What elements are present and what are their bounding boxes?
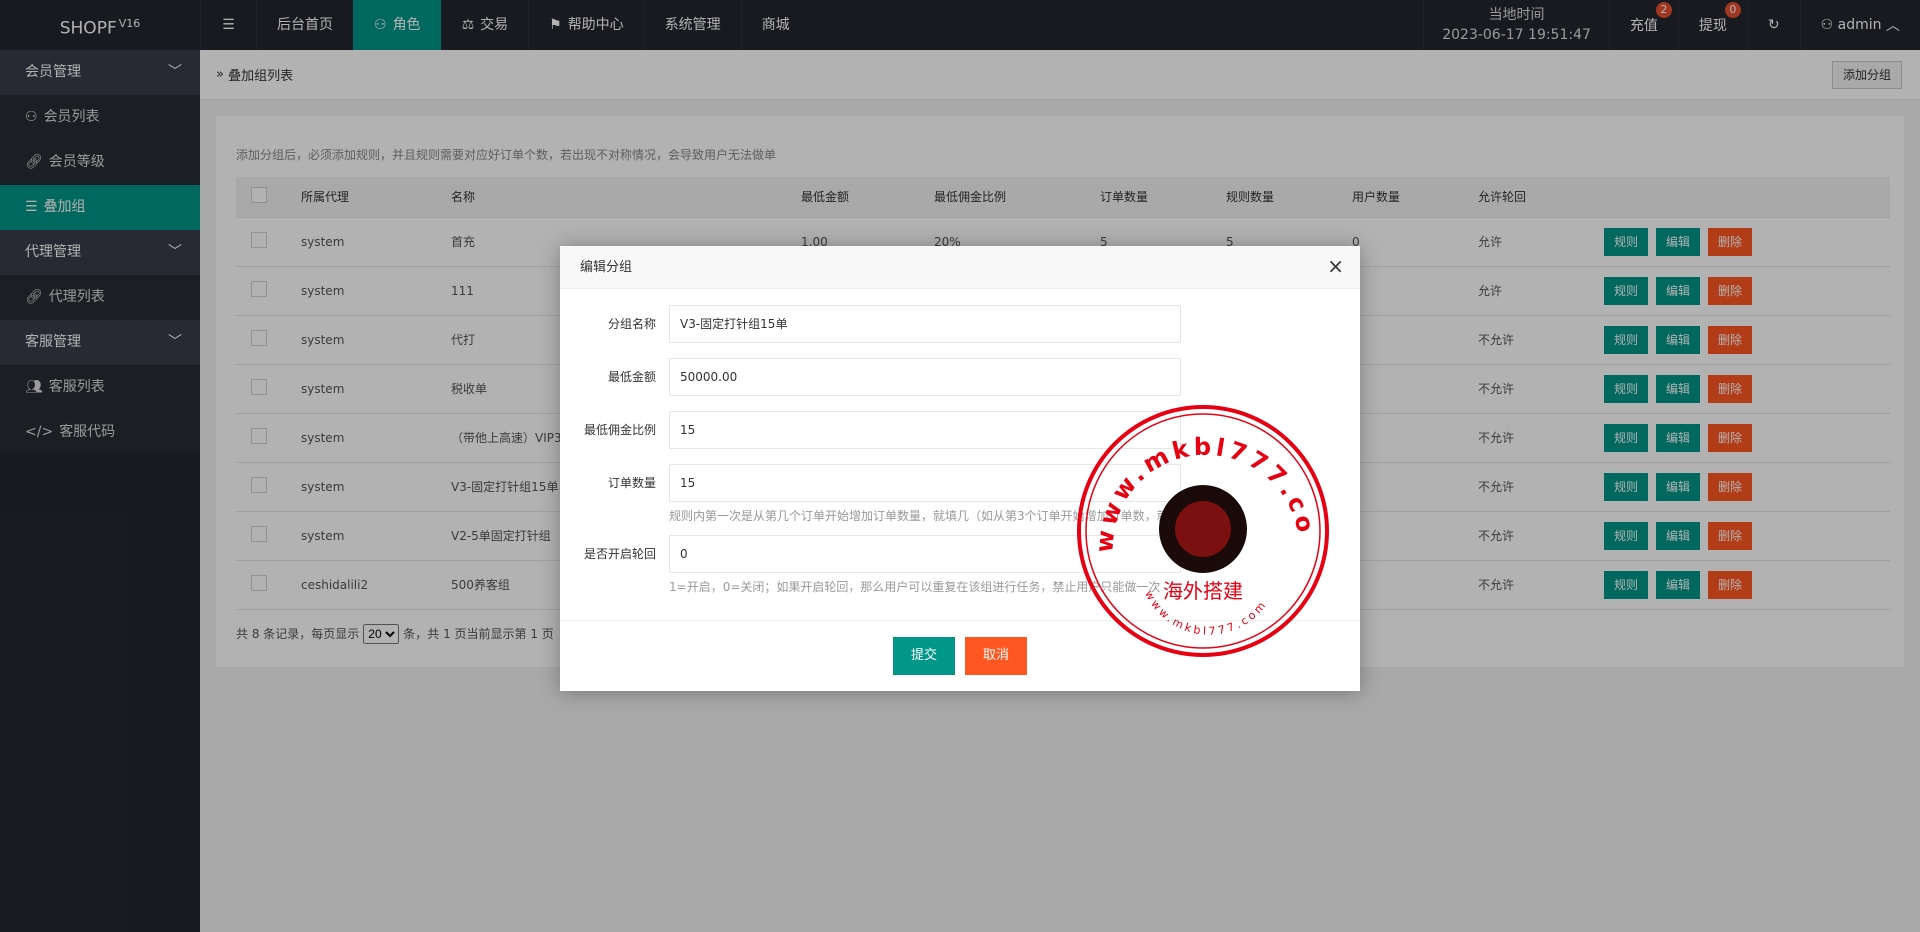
min-amount-input[interactable]: 50000.00 — [669, 358, 1181, 396]
group-name-label: 分组名称 — [607, 317, 656, 331]
close-icon[interactable]: × — [1327, 256, 1344, 276]
loop-label: 是否开启轮回 — [583, 547, 656, 561]
stamp-name: 海外搭建 — [1163, 579, 1243, 603]
submit-button[interactable]: 提交 — [892, 637, 955, 675]
order-count-label: 订单数量 — [607, 476, 656, 490]
modal-title: 编辑分组 — [560, 246, 1360, 289]
min-amount-label: 最低金额 — [607, 370, 656, 384]
min-rate-label: 最低佣金比例 — [583, 423, 656, 437]
stamp-emblem-inner — [1175, 501, 1231, 557]
watermark-stamp: www.mkbl777.com 海外搭建 www.mkbl777.com — [1075, 403, 1329, 657]
group-name-input[interactable]: V3-固定打针组15单 — [669, 305, 1181, 343]
cancel-button[interactable]: 取消 — [965, 637, 1028, 675]
